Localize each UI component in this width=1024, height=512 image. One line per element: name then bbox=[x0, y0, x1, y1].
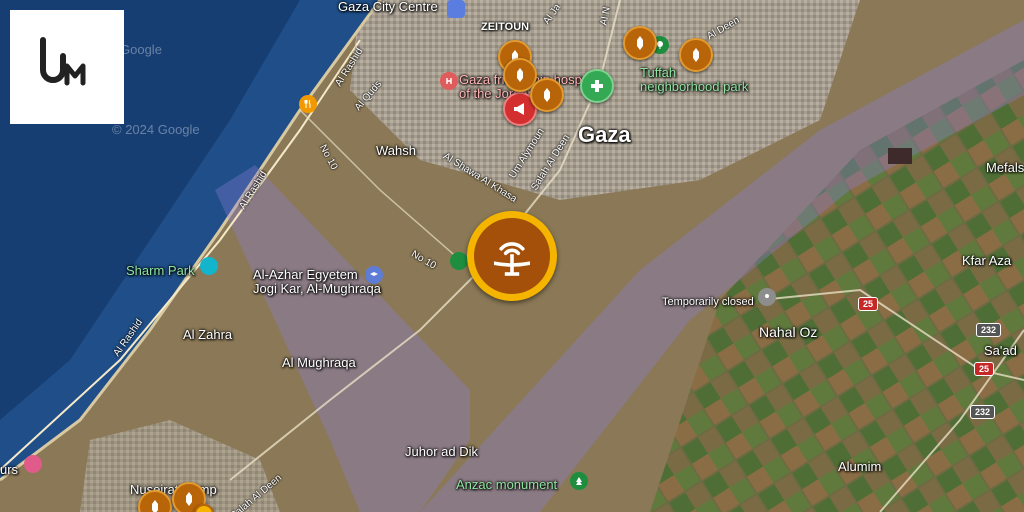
place-pin-icon[interactable] bbox=[758, 288, 776, 306]
place-al-zahra[interactable]: Al Zahra bbox=[183, 328, 232, 341]
place-al-azhar[interactable]: Al-Azhar Egyetem Jogi Kar, Al-Mughraqa bbox=[253, 267, 381, 297]
place-sharm-park[interactable]: Sharm Park bbox=[126, 264, 195, 277]
place-wahsh[interactable]: Wahsh bbox=[376, 144, 416, 157]
place-alumim[interactable]: Alumim bbox=[838, 460, 881, 473]
route-shield: 25 bbox=[974, 362, 995, 376]
selected-drone-marker[interactable] bbox=[467, 211, 557, 301]
school-icon[interactable] bbox=[365, 266, 383, 284]
bomb-icon[interactable] bbox=[530, 78, 564, 112]
place-kfar-aza[interactable]: Kfar Aza bbox=[962, 254, 1011, 267]
place-mefals[interactable]: Mefals bbox=[986, 161, 1024, 174]
monument-icon[interactable] bbox=[570, 472, 588, 490]
um-logo-icon bbox=[40, 37, 86, 86]
map-view[interactable]: Google © 2024 Google Gaza City Centre ZE… bbox=[0, 0, 1024, 512]
place-gaza-city-centre[interactable]: Gaza City Centre bbox=[338, 0, 438, 13]
app-logo[interactable] bbox=[10, 10, 124, 124]
hotel-icon[interactable] bbox=[24, 455, 42, 473]
place-nahal-oz[interactable]: Nahal Oz bbox=[759, 325, 817, 339]
place-urs[interactable]: urs bbox=[0, 463, 18, 476]
place-anzac-monument[interactable]: Anzac monument bbox=[456, 478, 557, 491]
drone-icon bbox=[494, 242, 530, 276]
google-watermark: Google bbox=[120, 42, 162, 57]
hospital-icon[interactable] bbox=[440, 72, 458, 90]
copyright-watermark: © 2024 Google bbox=[112, 122, 200, 137]
place-temporarily-closed[interactable]: Temporarily closed bbox=[662, 297, 754, 308]
route-shield: 25 bbox=[858, 297, 879, 311]
place-gaza[interactable]: Gaza bbox=[578, 124, 631, 146]
place-saad[interactable]: Sa'ad bbox=[984, 344, 1017, 357]
place-al-mughraqa[interactable]: Al Mughraqa bbox=[282, 356, 356, 369]
medical-cross-icon[interactable] bbox=[580, 69, 614, 103]
park-icon[interactable] bbox=[450, 252, 468, 270]
restaurant-icon[interactable] bbox=[299, 95, 317, 113]
bomb-icon[interactable] bbox=[679, 38, 713, 72]
park-icon[interactable] bbox=[200, 257, 218, 275]
landmark-icon[interactable] bbox=[447, 0, 465, 18]
route-shield: 232 bbox=[970, 405, 996, 419]
place-zeitoun[interactable]: ZEITOUN bbox=[481, 22, 529, 33]
route-shield: 232 bbox=[976, 323, 1002, 337]
place-juhor-ad-dik[interactable]: Juhor ad Dik bbox=[405, 445, 478, 458]
bomb-icon[interactable] bbox=[623, 26, 657, 60]
